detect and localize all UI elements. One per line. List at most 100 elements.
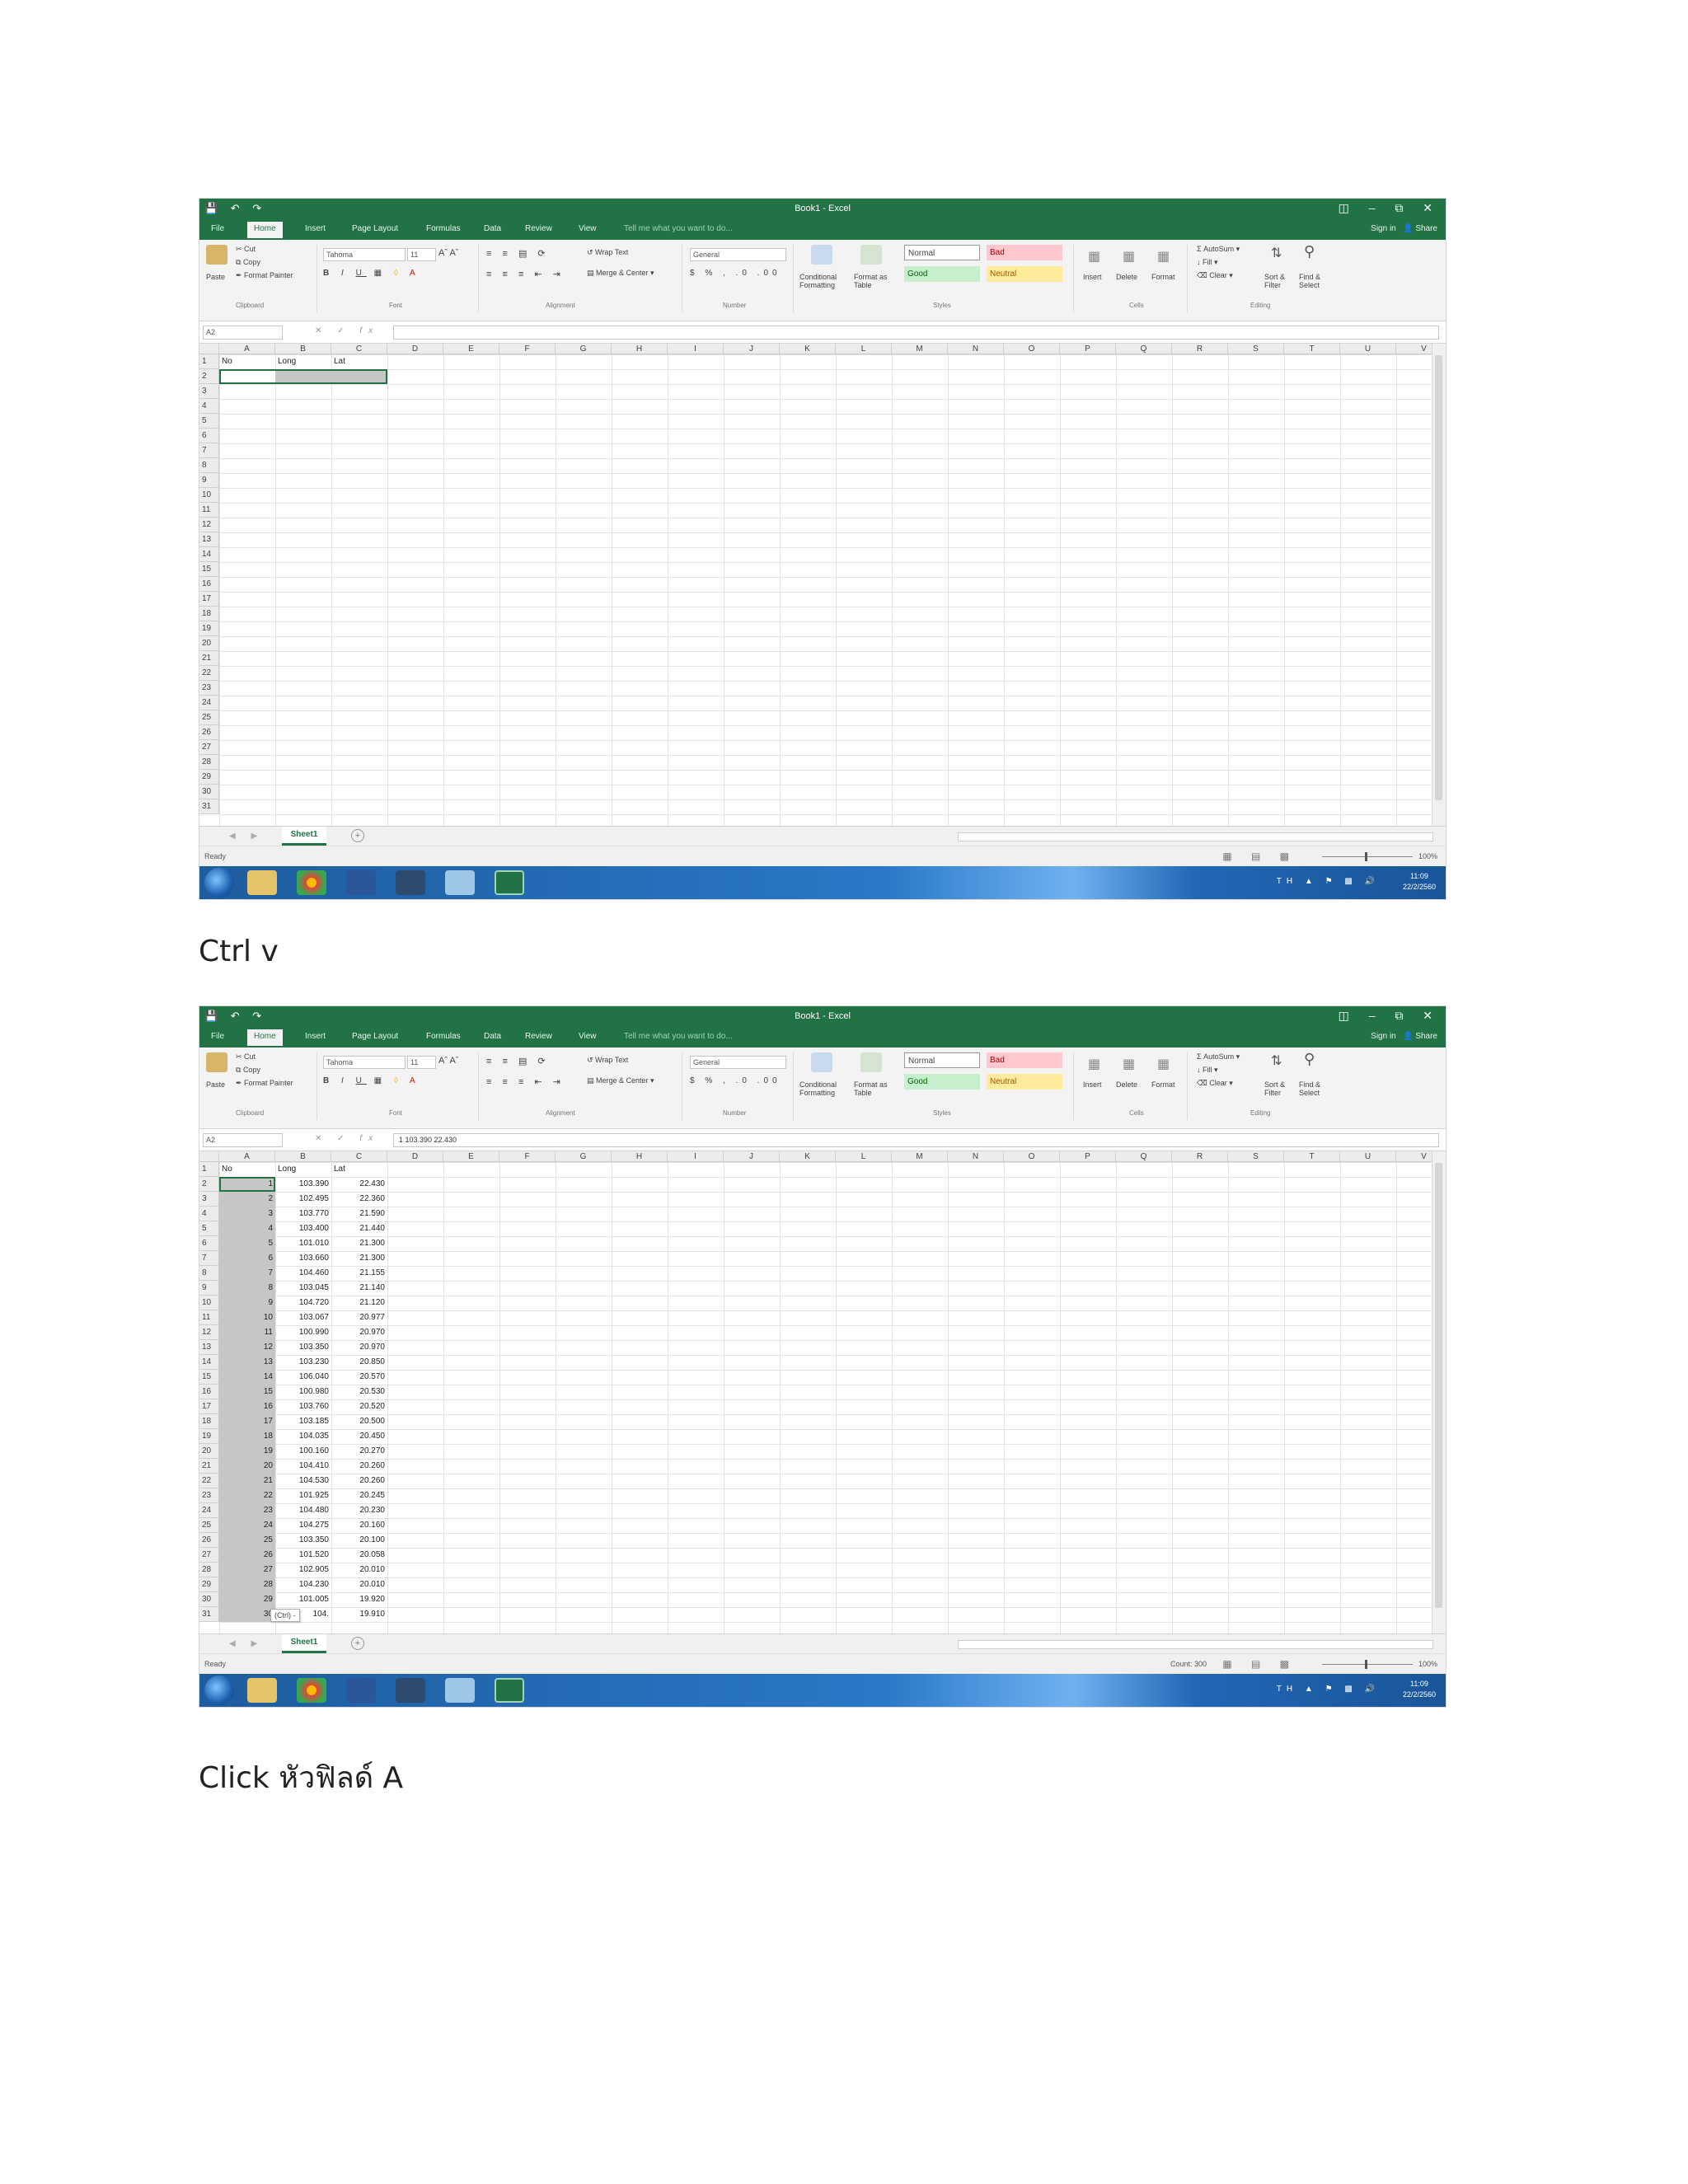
long-cell[interactable]: 104.230 <box>278 1577 329 1592</box>
column-header-g[interactable]: G <box>556 344 612 354</box>
header-cell-long[interactable]: Long <box>278 1162 329 1177</box>
zoom-knob[interactable] <box>1365 1660 1367 1669</box>
row-header-16[interactable]: 16 <box>199 577 219 592</box>
tab-page-layout[interactable]: Page Layout <box>352 1032 398 1041</box>
long-cell[interactable]: 100.980 <box>278 1385 329 1399</box>
row-header-20[interactable]: 20 <box>199 1444 219 1459</box>
no-cell[interactable]: 13 <box>222 1355 273 1370</box>
formula-input[interactable] <box>393 326 1439 340</box>
row-header-7[interactable]: 7 <box>199 443 219 458</box>
find-select-icon[interactable]: ⚲ <box>1304 1051 1315 1068</box>
long-cell[interactable]: 104.275 <box>278 1518 329 1533</box>
window-controls[interactable]: ◫ – ⧉ ✕ <box>1339 1009 1441 1023</box>
word-icon[interactable] <box>346 870 376 895</box>
tab-insert[interactable]: Insert <box>305 1032 326 1041</box>
zoom-level[interactable]: 100% <box>1418 1660 1437 1668</box>
sort-filter-button[interactable]: Sort & Filter <box>1264 1080 1294 1097</box>
column-header-n[interactable]: N <box>948 1151 1004 1162</box>
select-all-corner[interactable] <box>199 1151 219 1162</box>
row-header-22[interactable]: 22 <box>199 1474 219 1488</box>
format-as-table-button[interactable]: Format as Table <box>854 1080 895 1097</box>
font-name-box[interactable]: Tahoma <box>323 248 406 261</box>
row-header-30[interactable]: 30 <box>199 1592 219 1607</box>
no-cell[interactable]: 12 <box>222 1340 273 1355</box>
insert-cells-button[interactable]: Insert <box>1083 273 1102 281</box>
row-header-16[interactable]: 16 <box>199 1385 219 1399</box>
copy-button[interactable]: ⧉ Copy <box>236 1066 260 1075</box>
find-select-button[interactable]: Find & Select <box>1299 1080 1329 1097</box>
start-button-icon[interactable] <box>204 1675 234 1705</box>
tab-review[interactable]: Review <box>525 1032 552 1041</box>
conditional-formatting-button[interactable]: Conditional Formatting <box>799 273 849 289</box>
row-header-22[interactable]: 22 <box>199 666 219 681</box>
row-header-26[interactable]: 26 <box>199 725 219 740</box>
row-header-23[interactable]: 23 <box>199 1488 219 1503</box>
no-cell[interactable]: 24 <box>222 1518 273 1533</box>
column-header-u[interactable]: U <box>1340 344 1396 354</box>
excel-icon[interactable] <box>495 870 524 895</box>
copy-button[interactable]: ⧉ Copy <box>236 258 260 267</box>
autosum-button[interactable]: Σ AutoSum ▾ <box>1197 1052 1240 1062</box>
row-header-4[interactable]: 4 <box>199 399 219 414</box>
no-cell[interactable]: 3 <box>222 1207 273 1221</box>
column-header-i[interactable]: I <box>668 1151 724 1162</box>
column-header-h[interactable]: H <box>612 1151 668 1162</box>
no-cell[interactable]: 25 <box>222 1533 273 1548</box>
lat-cell[interactable]: 20.850 <box>334 1355 385 1370</box>
format-cells-icon[interactable]: ▦ <box>1157 248 1170 265</box>
no-cell[interactable]: 28 <box>222 1577 273 1592</box>
long-cell[interactable]: 101.520 <box>278 1548 329 1563</box>
vertical-scrollbar[interactable] <box>1432 344 1446 826</box>
no-cell[interactable]: 30 <box>222 1607 273 1622</box>
no-cell[interactable]: 29 <box>222 1592 273 1607</box>
paste-icon[interactable] <box>206 1052 227 1072</box>
tab-view[interactable]: View <box>579 1032 597 1041</box>
long-cell[interactable]: 103.770 <box>278 1207 329 1221</box>
header-cell-lat[interactable]: Lat <box>334 354 385 369</box>
no-cell[interactable]: 4 <box>222 1221 273 1236</box>
insert-cells-button[interactable]: Insert <box>1083 1080 1102 1089</box>
lat-cell[interactable]: 20.160 <box>334 1518 385 1533</box>
long-cell[interactable]: 103.230 <box>278 1355 329 1370</box>
row-header-5[interactable]: 5 <box>199 414 219 429</box>
lat-cell[interactable]: 20.530 <box>334 1385 385 1399</box>
column-header-s[interactable]: S <box>1228 1151 1284 1162</box>
row-header-28[interactable]: 28 <box>199 755 219 770</box>
column-header-u[interactable]: U <box>1340 1151 1396 1162</box>
tab-view[interactable]: View <box>579 224 597 233</box>
column-header-j[interactable]: J <box>724 344 780 354</box>
row-header-17[interactable]: 17 <box>199 1399 219 1414</box>
long-cell[interactable]: 103.390 <box>278 1177 329 1192</box>
row-header-13[interactable]: 13 <box>199 1340 219 1355</box>
column-header-k[interactable]: K <box>780 344 836 354</box>
row-header-20[interactable]: 20 <box>199 636 219 651</box>
lat-cell[interactable]: 19.910 <box>334 1607 385 1622</box>
number-buttons[interactable]: $ % , .0 .00 <box>690 1076 781 1085</box>
row-header-8[interactable]: 8 <box>199 1266 219 1281</box>
no-cell[interactable]: 21 <box>222 1474 273 1488</box>
column-header-r[interactable]: R <box>1172 1151 1228 1162</box>
merge-center-button[interactable]: ▤ Merge & Center ▾ <box>587 1076 654 1085</box>
column-header-j[interactable]: J <box>724 1151 780 1162</box>
no-cell[interactable]: 1 <box>222 1177 273 1192</box>
scroll-thumb[interactable] <box>1435 1163 1442 1608</box>
lat-cell[interactable]: 20.500 <box>334 1414 385 1429</box>
row-header-11[interactable]: 11 <box>199 1310 219 1325</box>
long-cell[interactable]: 103.185 <box>278 1414 329 1429</box>
header-cell-lat[interactable]: Lat <box>334 1162 385 1177</box>
style-good[interactable]: Good <box>904 266 980 282</box>
row-header-21[interactable]: 21 <box>199 651 219 666</box>
file-explorer-icon[interactable] <box>247 870 277 895</box>
tell-me-box[interactable]: Tell me what you want to do... <box>624 1032 733 1041</box>
row-header-29[interactable]: 29 <box>199 1577 219 1592</box>
sort-filter-button[interactable]: Sort & Filter <box>1264 273 1294 289</box>
long-cell[interactable]: 104.460 <box>278 1266 329 1281</box>
long-cell[interactable]: 102.495 <box>278 1192 329 1207</box>
sheet-tab-sheet1[interactable]: Sheet1 <box>282 827 326 846</box>
row-header-9[interactable]: 9 <box>199 1281 219 1296</box>
row-header-8[interactable]: 8 <box>199 458 219 473</box>
column-header-t[interactable]: T <box>1284 344 1340 354</box>
lat-cell[interactable]: 21.300 <box>334 1236 385 1251</box>
style-normal[interactable]: Normal <box>904 245 980 260</box>
chrome-icon[interactable] <box>297 870 326 895</box>
